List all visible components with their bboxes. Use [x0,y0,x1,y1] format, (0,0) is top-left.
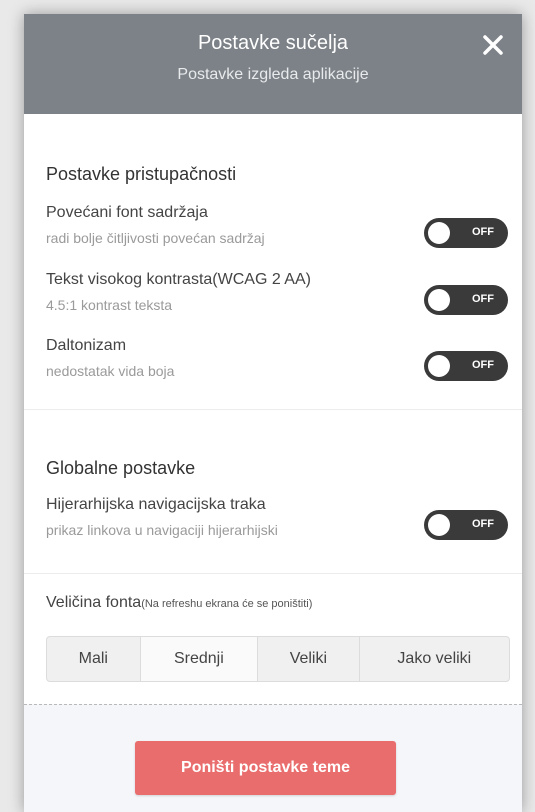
setting-row-hierarchical-nav: Hijerarhijska navigacijska traka prikaz … [46,496,508,550]
setting-label: Daltonizam [46,337,127,354]
font-size-option-extra-large[interactable]: Jako veliki [360,637,509,681]
setting-row-high-contrast: Tekst visokog kontrasta(WCAG 2 AA) 4.5:1… [46,271,508,325]
color-blindness-toggle[interactable]: OFF [424,351,508,381]
setting-label: Hijerarhijska navigacijska traka [46,496,266,513]
larger-font-toggle[interactable]: OFF [424,218,508,248]
section-title-accessibility: Postavke pristupačnosti [46,164,237,184]
setting-description: prikaz linkova u navigaciji hijerarhijsk… [46,522,278,538]
panel-subtitle: Postavke izgleda aplikacije [177,66,369,83]
reset-theme-button[interactable]: Poništi postavke teme [135,741,396,795]
close-icon [483,35,503,55]
toggle-state: OFF [472,518,494,530]
toggle-knob [428,289,450,311]
toggle-knob [428,222,450,244]
font-size-option-large[interactable]: Veliki [258,637,360,681]
font-size-title: Veličina fonta [46,594,142,611]
toggle-knob [428,514,450,536]
font-size-label: Veličina fonta(Na refreshu ekrana će se … [46,594,312,612]
setting-row-larger-font: Povećani font sadržaja radi bolje čitlji… [46,204,508,258]
font-size-section: Veličina fonta(Na refreshu ekrana će se … [24,574,522,704]
hierarchical-nav-toggle[interactable]: OFF [424,510,508,540]
settings-panel: Postavke sučelja Postavke izgleda aplika… [24,14,522,812]
font-size-selector: Mali Srednji Veliki Jako veliki [46,636,510,682]
toggle-state: OFF [472,226,494,238]
high-contrast-toggle[interactable]: OFF [424,285,508,315]
panel-header: Postavke sučelja Postavke izgleda aplika… [24,14,522,114]
setting-description: nedostatak vida boja [46,363,175,379]
toggle-knob [428,355,450,377]
font-size-option-small[interactable]: Mali [47,637,141,681]
toggle-state: OFF [472,359,494,371]
setting-label: Povećani font sadržaja [46,204,208,221]
close-button[interactable] [478,30,508,60]
panel-footer: Poništi postavke teme [24,704,522,812]
setting-description: 4.5:1 kontrast teksta [46,297,173,313]
setting-row-color-blindness: Daltonizam nedostatak vida boja OFF [46,337,508,391]
setting-label: Tekst visokog kontrasta(WCAG 2 AA) [46,271,311,288]
global-section: Globalne postavke Hijerarhijska navigaci… [24,410,522,574]
font-size-note: (Na refreshu ekrana će se poništiti) [141,598,313,610]
toggle-state: OFF [472,293,494,305]
setting-description: radi bolje čitljivosti povećan sadržaj [46,230,265,246]
section-title-global: Globalne postavke [46,458,196,478]
accessibility-section: Postavke pristupačnosti Povećani font sa… [24,114,522,410]
font-size-option-medium[interactable]: Srednji [140,637,259,681]
panel-title: Postavke sučelja [197,32,349,54]
